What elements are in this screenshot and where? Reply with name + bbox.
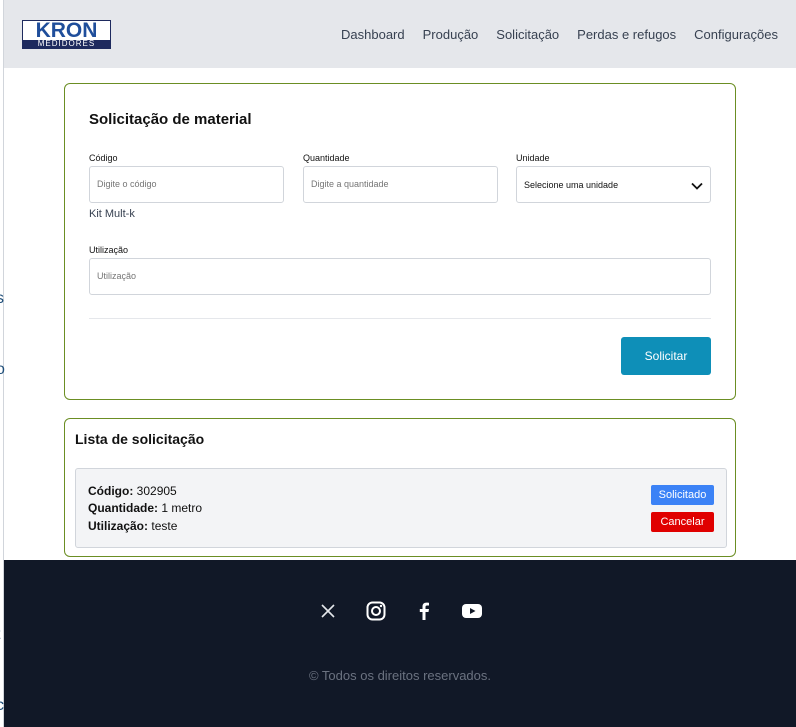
quantidade-input[interactable] bbox=[303, 166, 498, 203]
utilizacao-input[interactable] bbox=[89, 258, 711, 295]
item-codigo-label: Código: bbox=[88, 484, 134, 498]
nav-configuracoes[interactable]: Configurações bbox=[694, 27, 778, 42]
nav-solicitacao[interactable]: Solicitação bbox=[496, 27, 559, 42]
app-frame: KRON MEDIDORES Dashboard Produção Solici… bbox=[4, 0, 796, 727]
social-links bbox=[4, 600, 796, 622]
utilizacao-label: Utilização bbox=[89, 245, 129, 255]
cancel-button[interactable]: Cancelar bbox=[651, 512, 714, 532]
item-utilizacao: Utilização: teste bbox=[88, 519, 177, 533]
codigo-label: Código bbox=[89, 153, 118, 163]
nav-dashboard[interactable]: Dashboard bbox=[341, 27, 405, 42]
facebook-icon[interactable] bbox=[413, 600, 435, 622]
nav-producao[interactable]: Produção bbox=[423, 27, 479, 42]
list-item: Código: 302905 Quantidade: 1 metro Utili… bbox=[75, 468, 727, 548]
quantidade-label: Quantidade bbox=[303, 153, 350, 163]
form-title: Solicitação de material bbox=[89, 111, 252, 128]
request-list-card: Lista de solicitação Código: 302905 Quan… bbox=[64, 418, 736, 557]
top-header: KRON MEDIDORES Dashboard Produção Solici… bbox=[4, 0, 796, 68]
codigo-hint: Kit Mult-k bbox=[89, 208, 135, 220]
x-icon[interactable] bbox=[317, 600, 339, 622]
item-quantidade: Quantidade: 1 metro bbox=[88, 501, 202, 515]
instagram-icon[interactable] bbox=[365, 600, 387, 622]
item-quantidade-value: 1 metro bbox=[161, 501, 203, 515]
status-badge[interactable]: Solicitado bbox=[651, 485, 714, 505]
item-utilizacao-label: Utilização: bbox=[88, 519, 149, 533]
logo-wordmark: KRON bbox=[23, 20, 110, 41]
youtube-icon[interactable] bbox=[461, 600, 483, 622]
form-divider bbox=[89, 318, 711, 319]
item-codigo: Código: 302905 bbox=[88, 484, 177, 498]
item-utilizacao-value: teste bbox=[151, 519, 178, 533]
solicitar-button[interactable]: Solicitar bbox=[621, 337, 711, 375]
copyright-text: © Todos os direitos reservados. bbox=[308, 668, 492, 683]
chevron-down-icon bbox=[691, 182, 703, 190]
unidade-select[interactable]: Selecione uma unidade bbox=[516, 166, 711, 203]
page-footer: © Todos os direitos reservados. bbox=[4, 560, 796, 727]
item-quantidade-label: Quantidade: bbox=[88, 501, 159, 515]
nav-perdas-refugos[interactable]: Perdas e refugos bbox=[577, 27, 676, 42]
item-codigo-value: 302905 bbox=[136, 484, 177, 498]
logo-subtitle: MEDIDORES bbox=[37, 39, 96, 48]
kron-logo[interactable]: KRON MEDIDORES bbox=[22, 20, 111, 49]
list-title: Lista de solicitação bbox=[75, 431, 205, 447]
unidade-label: Unidade bbox=[516, 153, 550, 163]
codigo-input[interactable] bbox=[89, 166, 284, 203]
request-form-card: Solicitação de material Código Kit Mult-… bbox=[64, 83, 736, 400]
main-nav: Dashboard Produção Solicitação Perdas e … bbox=[341, 27, 778, 42]
unidade-selected-value: Selecione uma unidade bbox=[524, 180, 619, 190]
